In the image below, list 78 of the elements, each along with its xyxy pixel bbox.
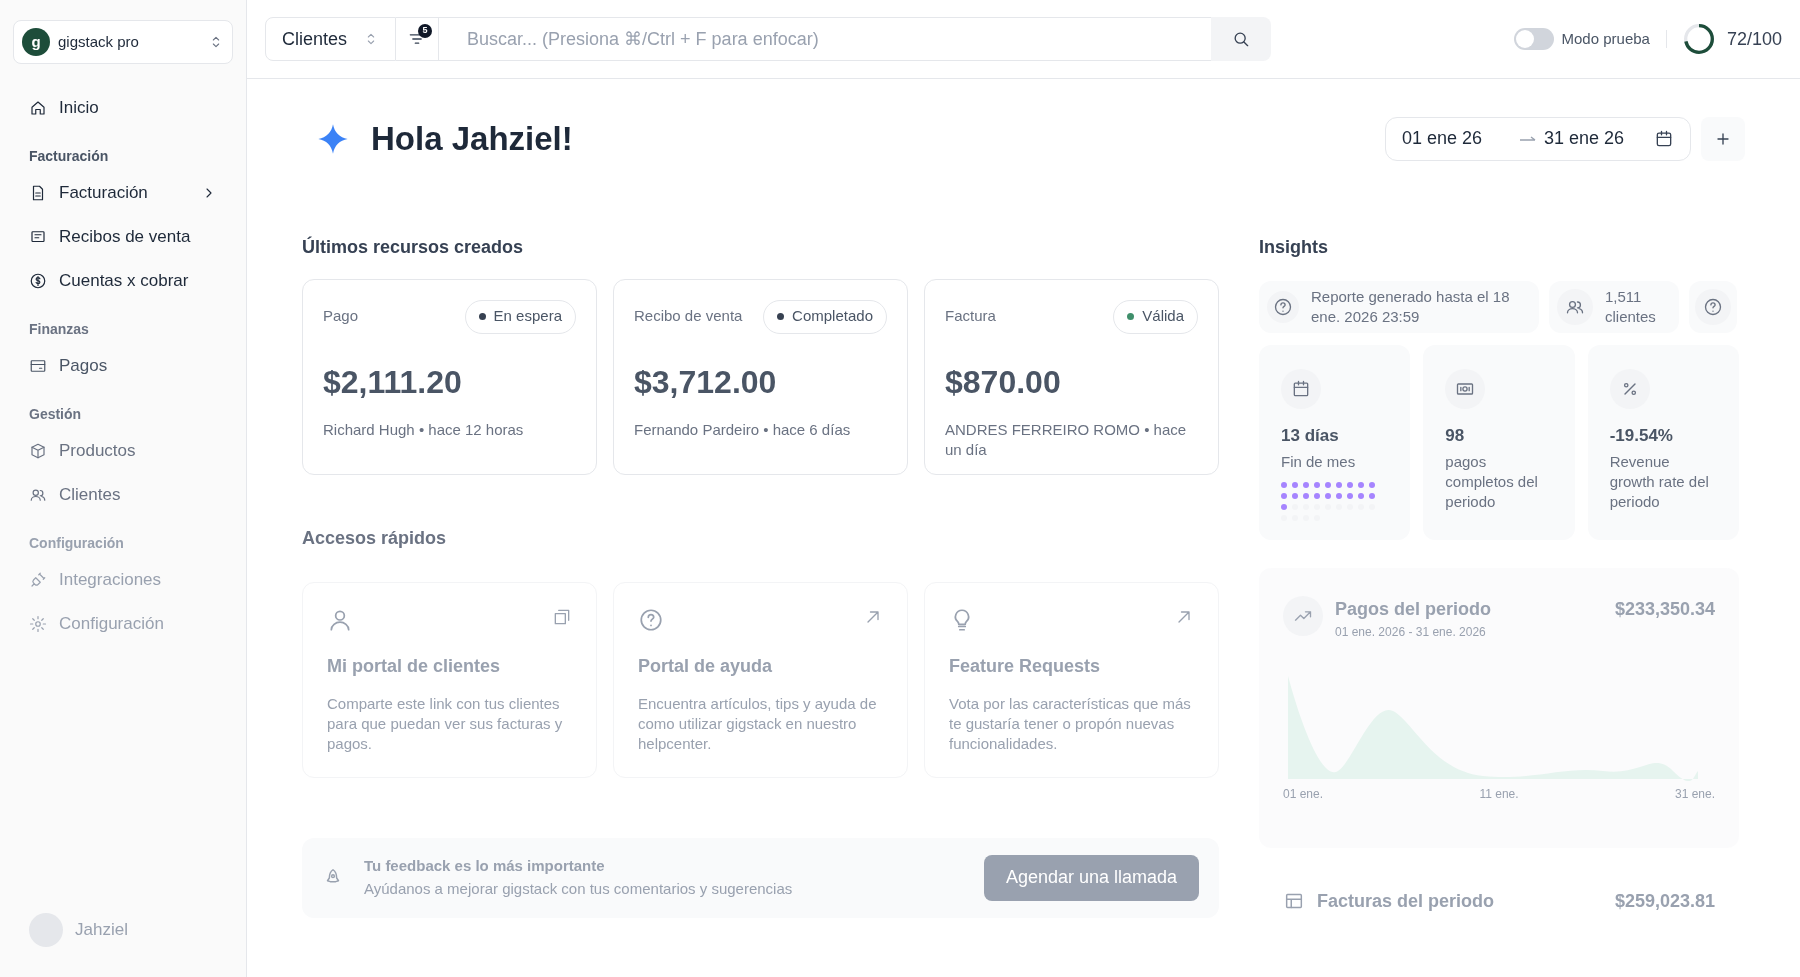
resource-type: Pago <box>323 306 359 327</box>
invoices-total: $259,023.81 <box>1614 889 1715 913</box>
resource-amount: $2,111.20 <box>323 362 463 402</box>
section-heading: Facturación <box>28 147 110 166</box>
credit-card-icon <box>29 357 47 375</box>
nav-item[interactable]: Clientes <box>13 473 233 517</box>
date-range-picker[interactable]: 01 ene 26 31 ene 26 <box>1385 116 1691 161</box>
feedback-text: Ayúdanos a mejorar gigstack con tus comentarios y sugerencias <box>364 878 793 899</box>
quick-access-text: Encuentra artículos, tips y ayuda de como utilizar gigstack en nuestro helpcenter. <box>638 693 878 754</box>
resource-card[interactable]: Recibo de venta Completado $3,712.00 Fernando Pardeiro • hace 6 días <box>613 278 908 475</box>
nav-item[interactable]: Recibos de venta <box>13 215 233 259</box>
nav-item[interactable]: Cuentas x cobrar <box>13 259 233 303</box>
axis-label: 11 ene. <box>1479 785 1519 803</box>
stat-value: 13 días <box>1281 424 1340 447</box>
workspace-avatar: g <box>22 28 50 56</box>
feedback-title: Tu feedback es lo más importante <box>364 856 606 876</box>
scope-selector[interactable]: Clientes <box>265 17 397 61</box>
resource-meta: Fernando Pardeiro • hace 6 días <box>634 419 852 440</box>
workspace-name: gigstack pro <box>58 31 140 52</box>
axis-label: 31 ene. <box>1674 785 1715 803</box>
resource-card[interactable]: Pago En espera $2,111.20 Richard Hugh • hace 12 horas <box>302 278 597 475</box>
nav-item[interactable]: Pagos <box>13 344 233 388</box>
report-text: Reporte generado hasta el 18 ene. 2026 23:59 <box>1311 286 1511 327</box>
quick-access-text: Vota por las características que más te gustaría tener o propón nuevas funcionalidades. <box>949 693 1192 754</box>
help-button[interactable] <box>1689 280 1737 333</box>
test-mode-label: Modo prueba <box>1561 28 1650 49</box>
box-icon <box>29 442 47 460</box>
section-heading: Configuración <box>28 534 125 553</box>
clients-count: 1,511 clientes <box>1605 286 1657 327</box>
resource-card[interactable]: Factura Válida $870.00 ANDRES FERREIRO ROMO • hace un día <box>924 278 1219 475</box>
dollar-icon <box>29 272 47 290</box>
test-mode-toggle[interactable] <box>1513 28 1554 50</box>
resource-type: Recibo de venta <box>634 306 743 327</box>
stat-label: Fin de mes <box>1281 452 1357 472</box>
help-icon <box>638 606 664 633</box>
usage-ring <box>1682 23 1715 55</box>
quick-access-title: Mi portal de clientes <box>327 654 502 678</box>
resource-amount: $3,712.00 <box>634 362 778 402</box>
stat-value: 98 <box>1445 424 1466 447</box>
filter-button[interactable]: 5 <box>396 17 440 61</box>
resource-meta: ANDRES FERREIRO ROMO • hace un día <box>945 419 1188 460</box>
section-title: Accesos rápidos <box>302 526 448 550</box>
nav-item[interactable]: Facturación <box>13 171 233 215</box>
payments-range: 01 ene. 2026 - 31 ene. 2026 <box>1335 623 1487 641</box>
payments-total: $233,350.34 <box>1614 597 1715 621</box>
calendar-icon <box>1291 378 1311 399</box>
quick-access-title: Feature Requests <box>949 654 1102 678</box>
search-button[interactable] <box>1211 17 1272 61</box>
search-field[interactable]: Buscar... (Presiona ⌘/Ctrl + F para enfocar) <box>439 17 1212 61</box>
usage-count: 72/100 <box>1726 27 1782 51</box>
section-heading: Finanzas <box>28 320 90 339</box>
invoices-title: Facturas del periodo <box>1317 889 1496 913</box>
plug-icon <box>29 571 47 589</box>
calendar-icon <box>1654 128 1674 149</box>
greeting-title: Hola Jahziel! <box>371 119 573 159</box>
nav-item[interactable]: Productos <box>13 429 233 473</box>
home-icon <box>29 99 47 117</box>
resource-meta: Richard Hugh • hace 12 horas <box>323 419 525 440</box>
add-button[interactable] <box>1701 116 1745 161</box>
workspace-selector[interactable]: g gigstack pro <box>13 20 233 64</box>
filter-count-badge: 5 <box>418 24 433 38</box>
axis-label: 01 ene. <box>1283 785 1324 803</box>
nav-item[interactable]: Inicio <box>13 86 233 130</box>
payments-title: Pagos del periodo <box>1335 597 1493 621</box>
section-title: Insights <box>1259 235 1329 259</box>
quick-access-text: Comparte este link con tus clientes para que puedan ver sus facturas y pagos. <box>327 693 564 754</box>
help-icon <box>1273 296 1293 317</box>
stat-label: pagos completos del periodo <box>1445 452 1539 512</box>
user-name: Jahziel <box>75 919 128 942</box>
resource-type: Factura <box>945 306 996 327</box>
stat-label: Revenue growth rate del periodo <box>1609 452 1710 512</box>
resource-amount: $870.00 <box>945 362 1062 402</box>
quick-access-title: Portal de ayuda <box>638 654 774 678</box>
arrow-right-icon <box>1520 136 1536 142</box>
help-icon <box>1703 296 1723 317</box>
section-title: Últimos recursos creados <box>302 235 525 259</box>
section-heading: Gestión <box>28 405 83 424</box>
stat-value: -19.54% <box>1609 424 1674 447</box>
